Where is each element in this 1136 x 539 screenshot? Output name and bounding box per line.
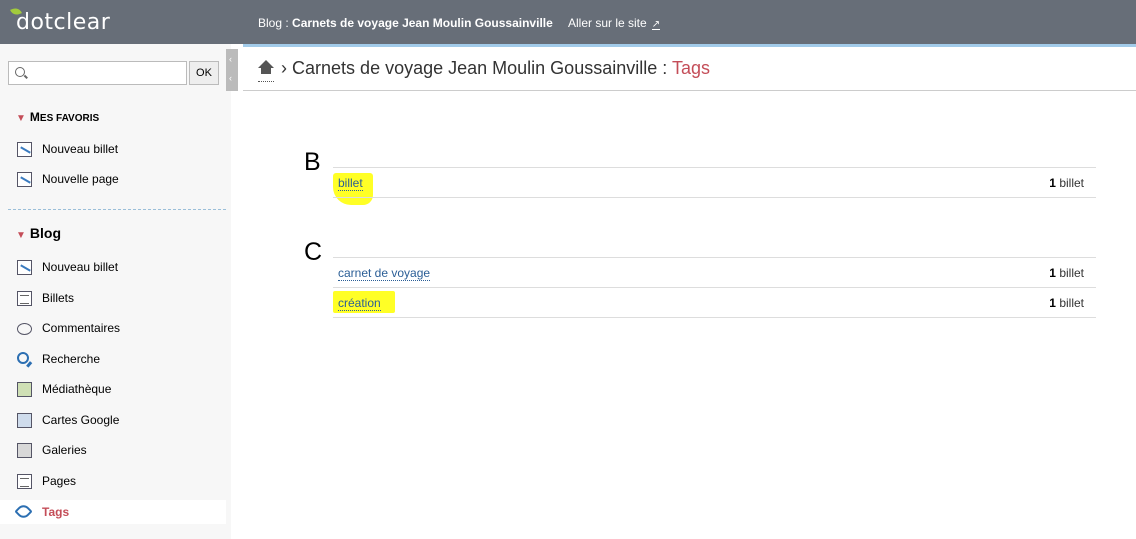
tag-link[interactable]: carnet de voyage (338, 266, 431, 281)
sidebar-collapse-handle[interactable]: ‹ ‹ (226, 49, 238, 91)
external-link-icon: ↗ (651, 19, 661, 30)
search-icon (17, 352, 29, 364)
blog-prefix: Blog : (258, 16, 289, 30)
sidebar-item-label: Galeries (42, 443, 87, 457)
favorite-item-label: Nouvelle page (42, 172, 119, 186)
new-post-icon (17, 260, 32, 275)
map-icon (17, 413, 32, 428)
sidebar-item-label: Tags (42, 505, 70, 519)
gallery-icon (17, 443, 32, 458)
breadcrumb-blog: Carnets de voyage Jean Moulin Goussainvi… (292, 58, 658, 78)
blog-section-title[interactable]: ▼ Blog (16, 225, 61, 241)
tag-icon (14, 502, 33, 521)
logo-area[interactable]: dotclear (0, 0, 243, 44)
title-divider (243, 90, 1136, 91)
collapse-triangle-icon: ▼ (16, 113, 26, 124)
sidebar: OK ▼ MES FAVORIS Nouveau billet Nouvelle … (0, 44, 231, 539)
sidebar-item-label: Recherche (42, 352, 101, 366)
tag-row: création 1 billet (333, 288, 1096, 318)
favorites-section-title[interactable]: ▼ MES FAVORIS (16, 110, 99, 124)
search-input[interactable] (8, 61, 187, 85)
breadcrumb: › Carnets de voyage Jean Moulin Goussain… (258, 58, 710, 79)
sidebar-item-label: Billets (42, 291, 75, 305)
posts-icon (17, 291, 32, 306)
search-ok-button[interactable]: OK (189, 61, 219, 85)
favorite-item-new-post[interactable]: Nouveau billet (0, 137, 226, 161)
sidebar-item-galleries[interactable]: Galeries (0, 438, 226, 462)
comments-icon (17, 323, 32, 335)
tag-link[interactable]: billet (338, 176, 363, 191)
goto-site-link[interactable]: Aller sur le site ↗ (568, 16, 661, 30)
home-icon[interactable] (258, 60, 274, 75)
sidebar-item-label: Nouveau billet (42, 260, 119, 274)
new-post-icon (17, 142, 32, 157)
pages-icon (17, 474, 32, 489)
breadcrumb-colon: : (662, 58, 668, 78)
tag-count: 1 billet (1049, 266, 1084, 280)
sidebar-item-new-post[interactable]: Nouveau billet (0, 255, 226, 279)
sidebar-item-label: Cartes Google (42, 413, 120, 427)
collapse-triangle-icon: ▼ (16, 230, 26, 241)
tag-group-letter: B (304, 148, 321, 176)
sidebar-item-label: Médiathèque (42, 382, 112, 396)
tag-row: billet 1 billet (333, 168, 1096, 198)
section-divider (8, 209, 226, 210)
sidebar-item-label: Pages (42, 474, 77, 488)
page-title: Tags (671, 58, 710, 78)
search-icon (15, 67, 25, 77)
top-header: dotclear Blog : Carnets de voyage Jean M… (0, 0, 1136, 44)
sidebar-item-google-maps[interactable]: Cartes Google (0, 408, 226, 432)
home-link-underline (258, 81, 274, 82)
sidebar-item-tags[interactable]: Tags (0, 500, 226, 524)
sidebar-item-pages[interactable]: Pages (0, 469, 226, 493)
media-icon (17, 382, 32, 397)
favorite-item-new-page[interactable]: Nouvelle page (0, 167, 226, 191)
tag-group-letter: C (304, 238, 323, 266)
tag-count: 1 billet (1049, 176, 1084, 190)
tag-count: 1 billet (1049, 296, 1084, 310)
sidebar-item-search[interactable]: Recherche (0, 347, 226, 371)
tag-row: carnet de voyage 1 billet (333, 258, 1096, 288)
sidebar-item-media[interactable]: Médiathèque (0, 377, 226, 401)
current-blog: Blog : Carnets de voyage Jean Moulin Gou… (258, 16, 553, 30)
chevron-left-icon: ‹ (229, 54, 232, 64)
breadcrumb-separator: › (281, 58, 288, 78)
search-form: OK (8, 61, 219, 85)
header-border (243, 44, 1136, 47)
goto-site-label[interactable]: Aller sur le site (568, 16, 647, 30)
sidebar-item-label: Commentaires (42, 321, 121, 335)
new-page-icon (17, 172, 32, 187)
dotclear-logo[interactable]: dotclear (16, 10, 110, 35)
chevron-left-icon: ‹ (229, 73, 232, 83)
tag-link[interactable]: création (338, 296, 381, 311)
favorite-item-label: Nouveau billet (42, 142, 119, 156)
sidebar-item-comments[interactable]: Commentaires (0, 316, 226, 340)
blog-name: Carnets de voyage Jean Moulin Goussainvi… (292, 16, 553, 30)
sidebar-item-posts[interactable]: Billets (0, 286, 226, 310)
